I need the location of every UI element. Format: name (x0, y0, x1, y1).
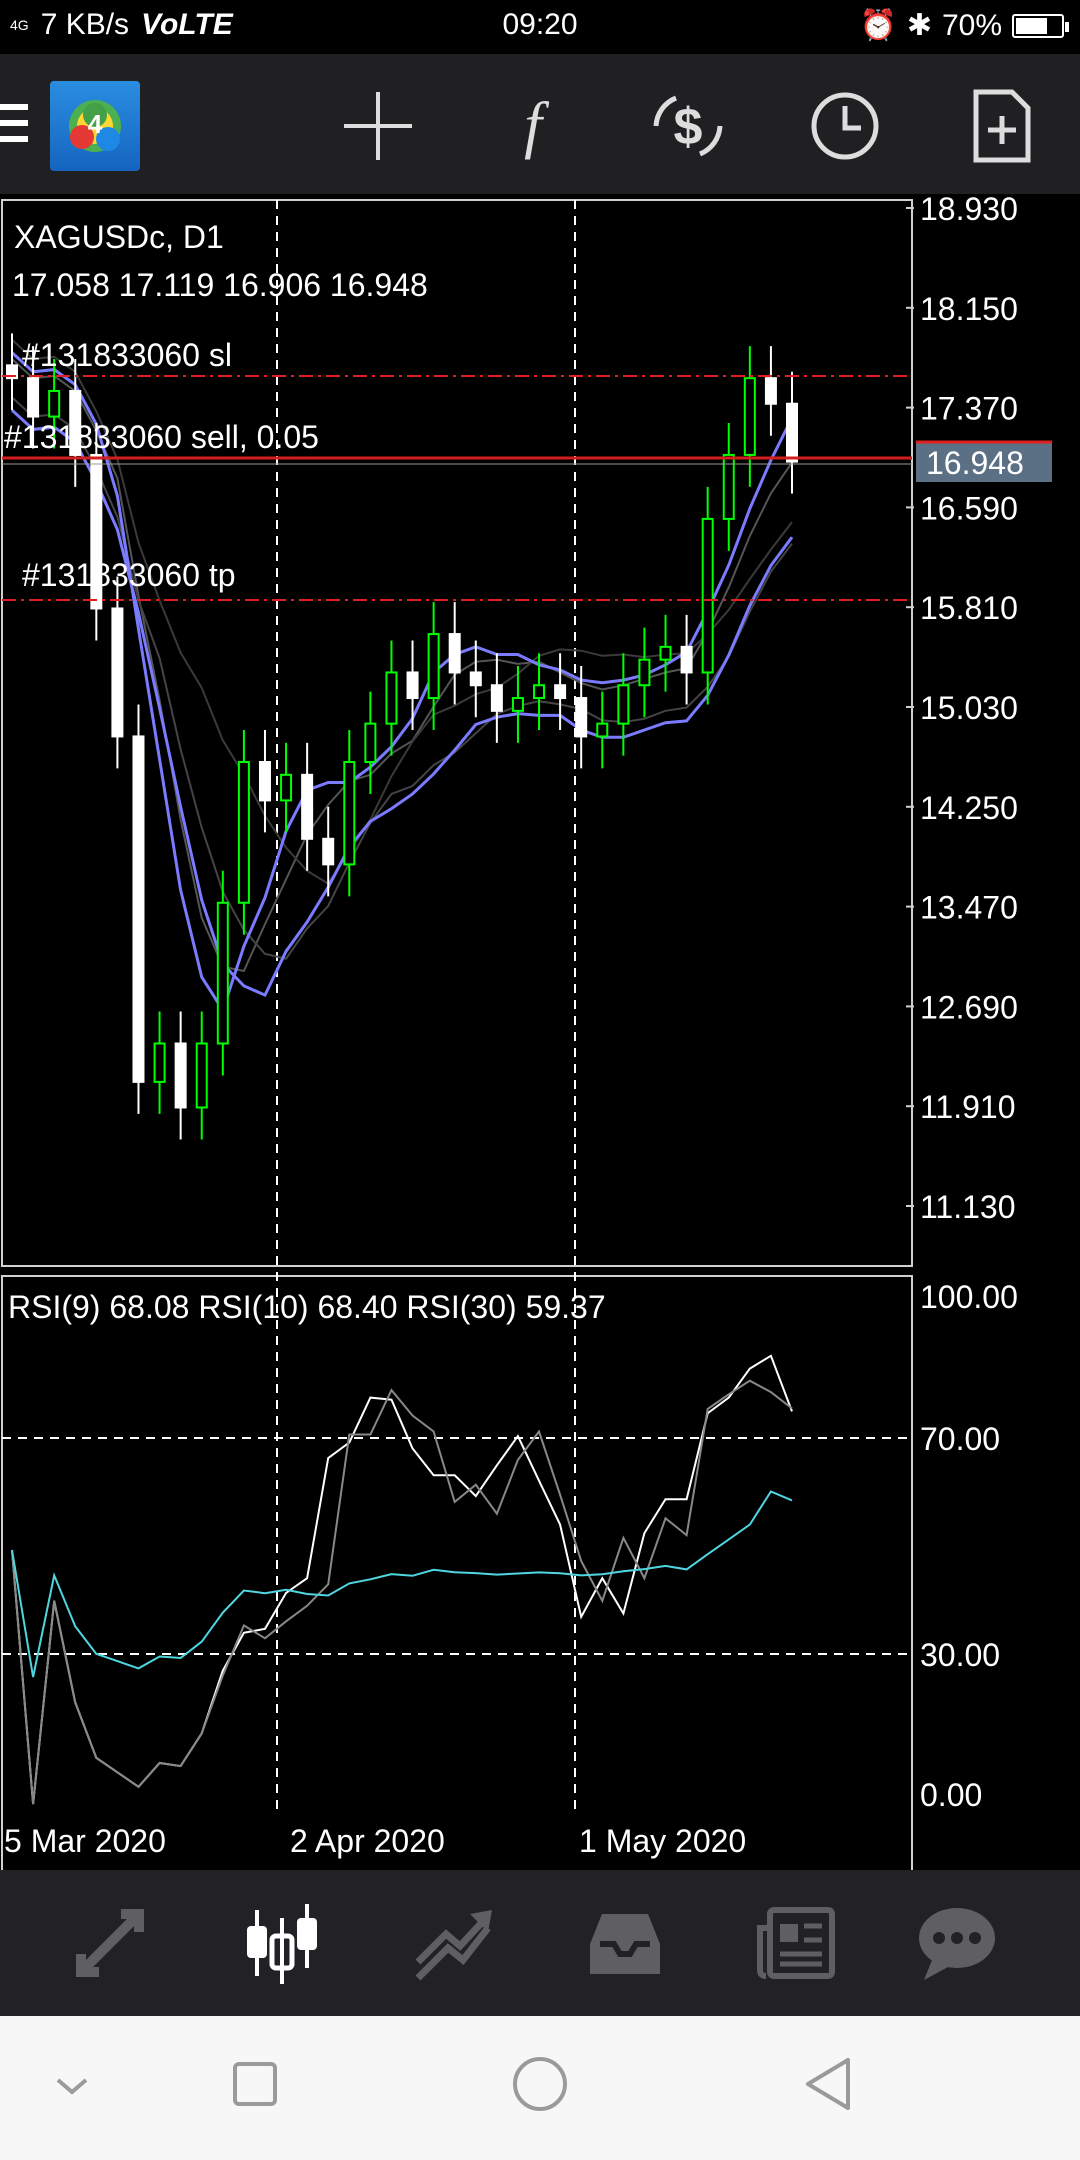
candle-body (722, 453, 735, 520)
battery-fill (1016, 17, 1047, 34)
svg-text:$: $ (674, 98, 703, 156)
candle-body (511, 697, 524, 712)
rsi-mid-line (11, 1379, 793, 1805)
candle-body (322, 837, 335, 866)
candle-body (490, 684, 503, 712)
svg-text:4: 4 (88, 109, 103, 139)
price-tick-label: 16.590 (920, 490, 1018, 526)
candle-body (364, 722, 377, 764)
history-icon[interactable] (565, 1870, 685, 2016)
function-icon[interactable]: f (493, 86, 573, 166)
battery-percent: 70% (941, 8, 1002, 42)
candle-body (237, 761, 250, 904)
status-bar: 4G 7 KB/s VoLTE 09:20 ⏰ ✱ 70% (0, 0, 1080, 54)
candle-body (596, 722, 609, 738)
candle-body (617, 684, 630, 725)
chevron-down-icon[interactable] (32, 2046, 112, 2126)
current-price-label: 16.948 (926, 445, 1024, 481)
price-tick-label: 14.250 (920, 790, 1018, 826)
candle-body (195, 1042, 208, 1109)
tp-label: #131833060 tp (22, 557, 236, 593)
date-label: 2 Apr 2020 (290, 1823, 445, 1859)
news-icon[interactable] (737, 1870, 857, 2016)
chart-icon[interactable] (222, 1870, 342, 2016)
ma-gray-line (11, 396, 793, 960)
candle-body (216, 901, 229, 1045)
system-nav-bar (0, 2016, 1080, 2160)
bluetooth-icon: ✱ (906, 9, 932, 42)
candle-body (111, 607, 124, 738)
price-tick-label: 17.370 (920, 391, 1018, 427)
candle-body (427, 633, 440, 700)
ohlc-values: 17.058 17.119 16.906 16.948 (12, 267, 428, 303)
metatrader-4-logo[interactable]: 4 (50, 81, 140, 171)
date-label: 1 May 2020 (579, 1823, 746, 1859)
price-chart[interactable]: XAGUSDc, D1 17.058 17.119 16.906 16.948 … (0, 194, 1080, 1870)
candle-body (448, 633, 461, 674)
candle-body (469, 671, 482, 687)
tab-bar (0, 1870, 1080, 2016)
candle-body (554, 684, 567, 700)
home-icon[interactable] (500, 2046, 580, 2126)
candle-body (701, 517, 714, 674)
price-tick-label: 13.470 (920, 890, 1018, 926)
alarm-icon: ⏰ (859, 9, 897, 42)
rsi-tick-0: 0.00 (920, 1777, 982, 1813)
candle-body (48, 389, 61, 418)
candle-body (280, 773, 293, 802)
candle-body (680, 645, 693, 674)
candle-body (764, 377, 777, 405)
trade-icon[interactable] (393, 1870, 513, 2016)
candle-body (743, 377, 756, 456)
rsi-tick-70: 70.00 (920, 1421, 1000, 1457)
symbol-timeframe: XAGUSDc, D1 (14, 219, 224, 255)
candle-body (533, 684, 546, 700)
candle-body (575, 697, 588, 738)
rsi-slow-line (11, 1490, 793, 1678)
candle-body (258, 761, 271, 802)
price-tick-label: 12.690 (920, 989, 1018, 1025)
candle-body (343, 761, 356, 866)
date-label: 5 Mar 2020 (4, 1823, 166, 1859)
new-order-icon[interactable] (962, 86, 1042, 166)
svg-text:f: f (524, 89, 550, 160)
rsi-fast-line (11, 1354, 793, 1805)
price-tick-label: 15.030 (920, 690, 1018, 726)
recents-icon[interactable] (215, 2046, 295, 2126)
price-tick-label: 11.910 (920, 1089, 1016, 1125)
trade-dollar-icon[interactable]: $ (648, 86, 728, 166)
timeframe-clock-icon[interactable] (805, 86, 885, 166)
battery-icon (1012, 13, 1069, 38)
status-right: ⏰ ✱ 70% (859, 8, 1069, 43)
candle-body (786, 402, 798, 463)
quotes-icon[interactable] (50, 1870, 170, 2016)
candle-body (132, 735, 145, 1083)
sell-label: #131833060 sell, 0.05 (4, 419, 319, 455)
price-tick-label: 11.130 (920, 1189, 1016, 1225)
back-icon[interactable] (790, 2046, 870, 2126)
candle-body (406, 671, 419, 700)
menu-icon[interactable] (0, 104, 28, 148)
rsi-tick-100: 100.00 (920, 1279, 1018, 1315)
price-tick-label: 18.930 (920, 194, 1018, 227)
price-tick-label: 15.810 (920, 590, 1018, 626)
candle-body (659, 645, 672, 661)
price-axis: 18.930 18.150 17.370 16.590 15.810 15.030 14.2… (906, 194, 1018, 1225)
candle-body (153, 1042, 166, 1083)
crosshair-icon[interactable] (338, 86, 418, 166)
rsi-tick-30: 30.00 (920, 1637, 1000, 1673)
price-tick-label: 18.150 (920, 291, 1018, 327)
chat-icon[interactable] (897, 1870, 1017, 2016)
ma-blue-line (10, 409, 794, 998)
candle-body (27, 377, 40, 418)
candle-body (385, 671, 398, 725)
candle-body (638, 658, 651, 687)
candle-body (174, 1042, 187, 1109)
candle-body (301, 773, 314, 840)
sl-label: #131833060 sl (22, 337, 232, 373)
rsi-header: RSI(9) 68.08 RSI(10) 68.40 RSI(30) 59.37 (8, 1289, 606, 1325)
